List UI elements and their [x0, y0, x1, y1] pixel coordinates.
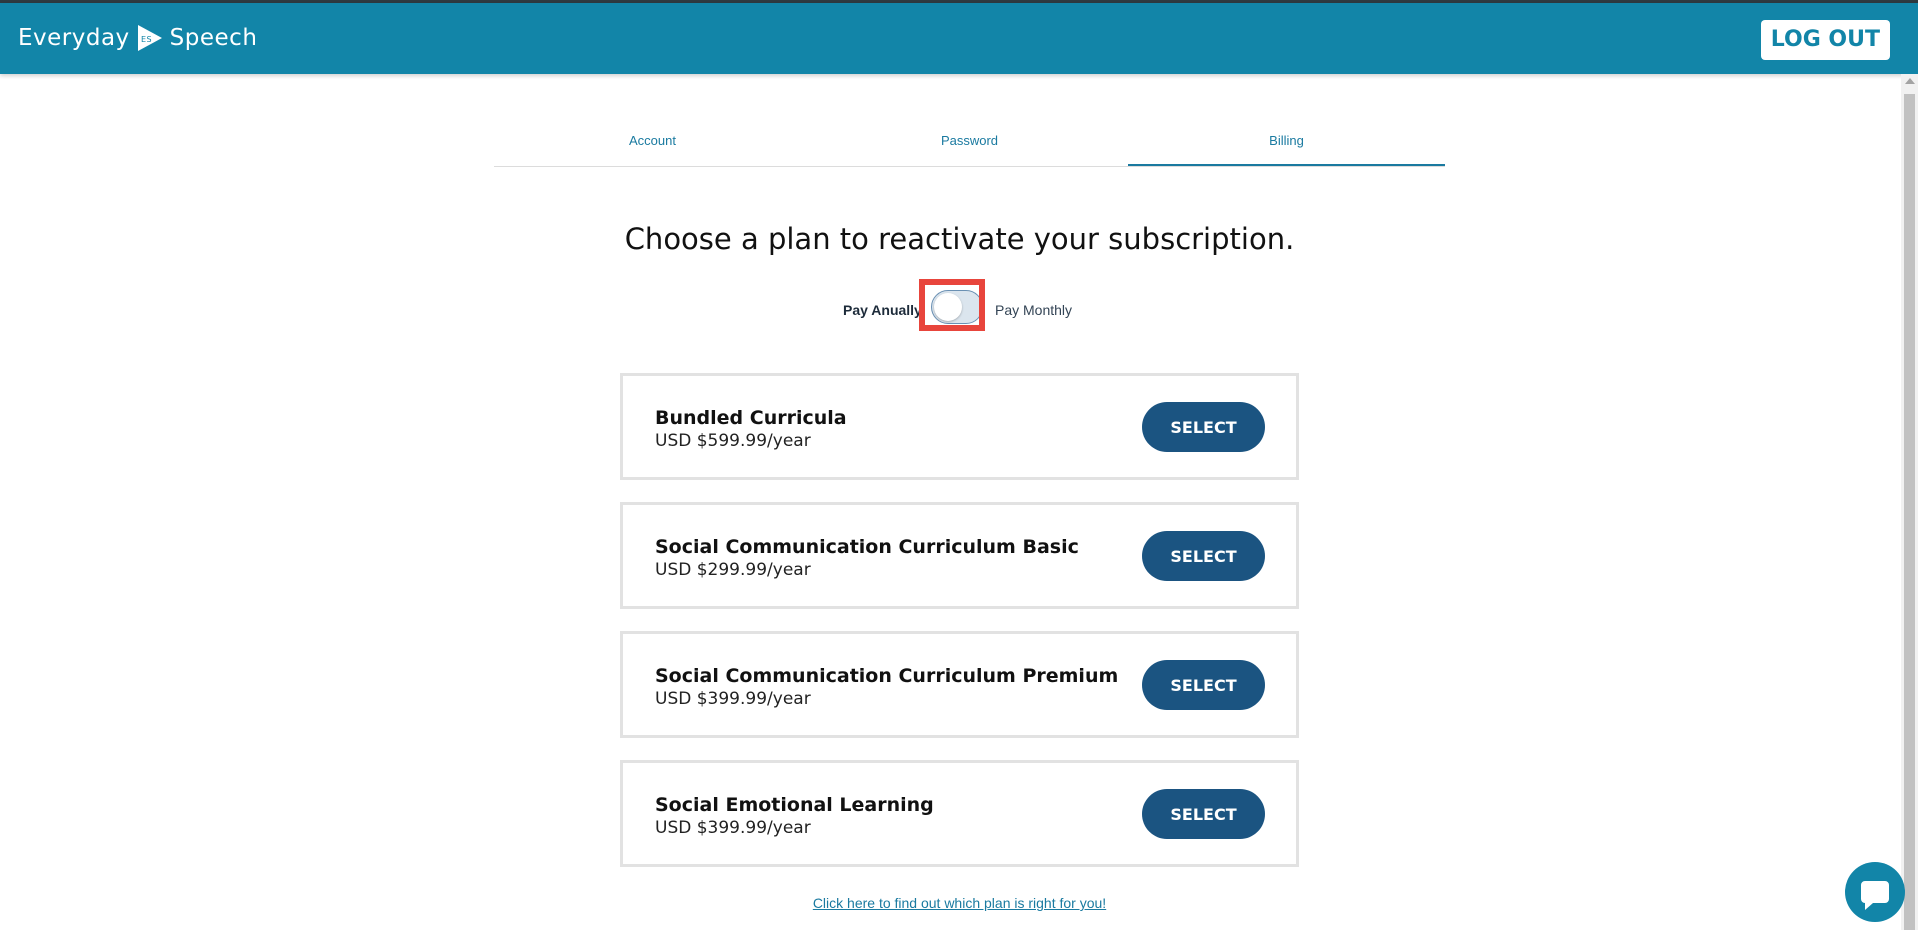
- play-triangle-logo-icon: ES: [137, 25, 162, 51]
- chat-button[interactable]: [1845, 862, 1905, 922]
- plan-card: Social Communication Curriculum Premium …: [620, 631, 1299, 738]
- plan-card: Bundled Curricula USD $599.99/year SELEC…: [620, 373, 1299, 480]
- scroll-up-arrow-icon[interactable]: [1905, 78, 1915, 84]
- plan-card: Social Communication Curriculum Basic US…: [620, 502, 1299, 609]
- logout-button[interactable]: LOG OUT: [1760, 20, 1890, 60]
- plan-card: Social Emotional Learning USD $399.99/ye…: [620, 760, 1299, 867]
- plan-price: USD $399.99/year: [655, 689, 811, 709]
- logo-text-everyday: Everyday: [18, 25, 130, 51]
- logo-text-speech: Speech: [169, 25, 258, 51]
- pay-annually-label: Pay Anually: [843, 302, 922, 318]
- plan-price: USD $299.99/year: [655, 560, 811, 580]
- select-plan-button[interactable]: SELECT: [1142, 660, 1265, 710]
- scrollbar-thumb[interactable]: [1904, 94, 1915, 930]
- pay-monthly-label: Pay Monthly: [995, 302, 1073, 318]
- plan-help-link[interactable]: Click here to find out which plan is rig…: [494, 895, 1425, 911]
- page-title: Choose a plan to reactivate your subscri…: [624, 222, 1295, 256]
- tab-billing[interactable]: Billing: [1128, 120, 1445, 166]
- plan-name: Bundled Curricula: [655, 407, 847, 429]
- header-bar: Everyday ES Speech LOG OUT: [0, 3, 1918, 74]
- logo[interactable]: Everyday ES Speech: [18, 23, 257, 53]
- select-plan-button[interactable]: SELECT: [1142, 402, 1265, 452]
- tab-account[interactable]: Account: [494, 120, 811, 166]
- plan-name: Social Communication Curriculum Premium: [655, 665, 1119, 687]
- chat-bubble-icon: [1861, 881, 1889, 910]
- billing-period-toggle-row: Pay Anually Pay Monthly: [620, 279, 1301, 331]
- highlight-box: [919, 279, 985, 331]
- select-plan-button[interactable]: SELECT: [1142, 789, 1265, 839]
- plan-price: USD $599.99/year: [655, 431, 811, 451]
- svg-text:ES: ES: [141, 35, 152, 44]
- tab-password[interactable]: Password: [811, 120, 1128, 166]
- plan-price: USD $399.99/year: [655, 818, 811, 838]
- select-plan-button[interactable]: SELECT: [1142, 531, 1265, 581]
- vertical-scrollbar[interactable]: [1901, 74, 1918, 930]
- settings-tabs: Account Password Billing: [494, 120, 1445, 167]
- plan-name: Social Communication Curriculum Basic: [655, 536, 1079, 558]
- plan-name: Social Emotional Learning: [655, 794, 934, 816]
